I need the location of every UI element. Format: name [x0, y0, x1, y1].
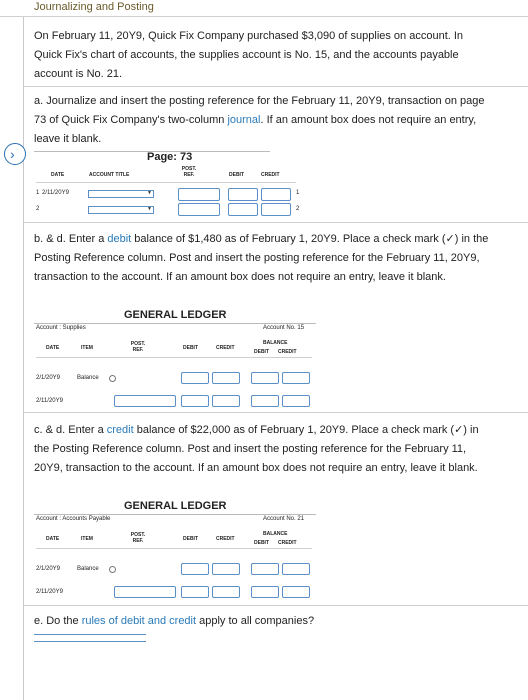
debit-link[interactable]: debit — [107, 233, 131, 245]
supplies-bal-debit-1[interactable] — [251, 372, 279, 384]
divider — [24, 86, 528, 87]
ledger-rule — [34, 514, 316, 515]
account-title-select-2[interactable]: ▼ — [88, 206, 154, 214]
row-rule — [36, 548, 312, 549]
posting-ref-check-supplies-1[interactable] — [109, 375, 116, 382]
credit-input-1[interactable] — [261, 188, 291, 201]
payable-bal-credit-2[interactable] — [282, 586, 310, 598]
payable-credit-2[interactable] — [212, 586, 240, 598]
supplies-credit-1[interactable] — [212, 372, 240, 384]
row-rule — [36, 182, 296, 183]
ledger-row-date: 2/1/20Y9 — [36, 375, 61, 381]
post-ref-input-1[interactable] — [178, 188, 220, 201]
row-number-right: 2 — [296, 206, 300, 212]
part-b-instructions: b. & d. Enter a debit balance of $1,480 … — [34, 233, 489, 283]
payable-post-ref-2[interactable] — [114, 586, 176, 598]
ledger-row-item: Balance — [77, 566, 99, 572]
divider — [24, 222, 528, 223]
col-account-title: ACCOUNT TITLE — [89, 172, 130, 178]
col-post-ref: POST. REF. — [130, 341, 146, 353]
payable-bal-credit-1[interactable] — [282, 563, 310, 575]
part-e-answer-select[interactable] — [34, 634, 146, 642]
supplies-bal-debit-2[interactable] — [251, 395, 279, 407]
col-credit: CREDIT — [216, 345, 235, 351]
row-rule — [36, 357, 312, 358]
divider — [24, 412, 528, 413]
divider — [24, 605, 528, 606]
ledger-title-supplies: GENERAL LEDGER — [124, 309, 227, 321]
col-item: ITEM — [81, 345, 93, 351]
debit-input-2[interactable] — [228, 203, 258, 216]
col-balance: BALANCE — [263, 531, 288, 537]
payable-credit-1[interactable] — [212, 563, 240, 575]
left-border — [23, 17, 24, 700]
row-number: 2 — [36, 206, 40, 212]
part-e-question: e. Do the rules of debit and credit appl… — [34, 615, 315, 627]
ledger-rule — [34, 323, 316, 324]
supplies-debit-2[interactable] — [181, 395, 209, 407]
page-title: Journalizing and Posting — [34, 1, 154, 13]
part-c-instructions: c. & d. Enter a credit balance of $22,00… — [34, 424, 479, 474]
col-balance-credit: CREDIT — [278, 540, 297, 546]
ledger-row-date: 2/11/20Y9 — [36, 398, 63, 404]
supplies-post-ref-2[interactable] — [114, 395, 176, 407]
col-post-ref: POST. REF. — [130, 532, 146, 544]
supplies-bal-credit-1[interactable] — [282, 372, 310, 384]
header-bar: Journalizing and Posting — [0, 0, 528, 17]
account-name-supplies: Account : Supplies — [36, 325, 86, 331]
col-item: ITEM — [81, 536, 93, 542]
supplies-credit-2[interactable] — [212, 395, 240, 407]
col-credit: CREDIT — [216, 536, 235, 542]
credit-link[interactable]: credit — [107, 424, 134, 436]
col-post-ref: POST. REF. — [181, 166, 197, 178]
row-number-right: 1 — [296, 190, 300, 196]
ledger-row-date: 2/1/20Y9 — [36, 566, 61, 572]
credit-input-2[interactable] — [261, 203, 291, 216]
col-date: DATE — [51, 172, 65, 178]
col-debit: DEBIT — [183, 345, 198, 351]
payable-debit-1[interactable] — [181, 563, 209, 575]
debit-input-1[interactable] — [228, 188, 258, 201]
rules-link[interactable]: rules of debit and credit — [82, 615, 196, 627]
col-credit: CREDIT — [261, 172, 280, 178]
col-balance-debit: DEBIT — [254, 349, 269, 355]
account-name-payable: Account : Accounts Payable — [36, 516, 111, 522]
account-title-select-1[interactable]: ▼ — [88, 190, 154, 198]
ledger-row-date: 2/11/20Y9 — [36, 589, 63, 595]
payable-bal-debit-2[interactable] — [251, 586, 279, 598]
post-ref-input-2[interactable] — [178, 203, 220, 216]
col-balance: BALANCE — [263, 340, 288, 346]
account-no-supplies: Account No. 15 — [263, 325, 305, 331]
intro-paragraph: On February 11, 20Y9, Quick Fix Company … — [34, 30, 464, 80]
col-balance-credit: CREDIT — [278, 349, 297, 355]
col-balance-debit: DEBIT — [254, 540, 269, 546]
journal-link[interactable]: journal — [227, 114, 260, 126]
posting-ref-check-payable-1[interactable] — [109, 566, 116, 573]
row-number: 1 — [36, 190, 40, 196]
supplies-bal-credit-2[interactable] — [282, 395, 310, 407]
col-debit: DEBIT — [229, 172, 244, 178]
col-date: DATE — [46, 536, 60, 542]
journal-row-date: 2/11/20Y9 — [42, 190, 69, 196]
payable-bal-debit-1[interactable] — [251, 563, 279, 575]
journal-top-rule — [34, 151, 270, 152]
supplies-debit-1[interactable] — [181, 372, 209, 384]
col-date: DATE — [46, 345, 60, 351]
part-a-instructions: a. Journalize and insert the posting ref… — [34, 95, 485, 145]
journal-page-label: Page: 73 — [147, 151, 193, 163]
expand-arrow-icon[interactable]: › — [4, 143, 26, 165]
account-no-payable: Account No. 21 — [263, 516, 305, 522]
payable-debit-2[interactable] — [181, 586, 209, 598]
col-debit: DEBIT — [183, 536, 198, 542]
ledger-row-item: Balance — [77, 375, 99, 381]
ledger-title-payable: GENERAL LEDGER — [124, 500, 227, 512]
